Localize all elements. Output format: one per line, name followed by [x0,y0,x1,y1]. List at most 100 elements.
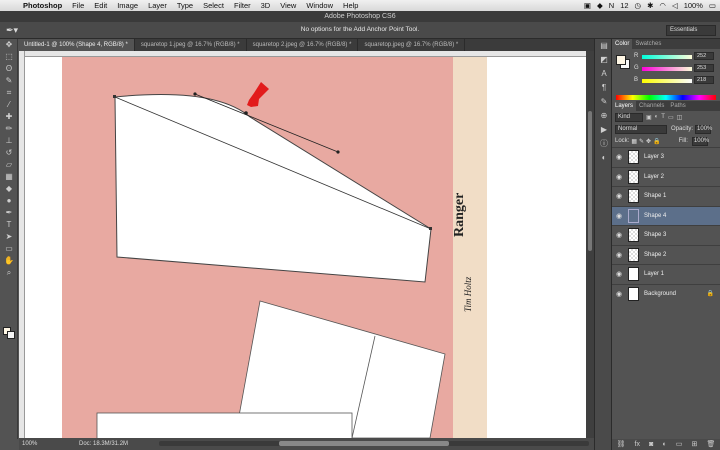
color-ramp[interactable] [616,95,716,100]
kind-filter-select[interactable]: Kind [615,112,643,122]
visibility-eye-icon[interactable]: ◉ [612,173,626,181]
document-canvas[interactable]: Ranger Tim Holtz [25,57,586,438]
menu-select[interactable]: Select [198,1,229,10]
layer-row-shape-2[interactable]: ◉ Shape 2 [612,244,720,265]
anchor-point-corner-right[interactable] [429,227,432,230]
menu-view[interactable]: View [275,1,301,10]
slider-g[interactable]: G 253 [634,64,718,73]
vertical-scrollbar[interactable] [586,51,594,438]
doc-size[interactable]: Doc: 18.3M/31.2M [79,441,128,447]
filter-adjust-icon[interactable]: ◐ [655,114,659,120]
eraser-tool-icon[interactable]: ▱ [0,159,18,171]
blur-tool-icon[interactable]: ◆ [0,183,18,195]
shape-tool-icon[interactable]: ▭ [0,243,18,255]
adjustment-layer-icon[interactable]: ◐ [662,439,666,450]
menu-help[interactable]: Help [338,1,363,10]
slider-b-value[interactable]: 218 [694,76,714,84]
visibility-eye-icon[interactable]: ◉ [612,270,626,278]
lasso-tool-icon[interactable]: ʘ [0,63,18,75]
menu-window[interactable]: Window [301,1,338,10]
layer-row-layer-2[interactable]: ◉ Layer 2 [612,166,720,187]
add-mask-icon[interactable]: ◙ [649,439,653,450]
character-panel-icon[interactable]: A [595,67,613,81]
bluetooth-icon[interactable]: ✱ [647,1,653,10]
tab-channels[interactable]: Channels [636,101,667,111]
pen-tool-icon-2[interactable]: ✒ [0,207,18,219]
visibility-eye-icon[interactable]: ◉ [612,231,626,239]
visibility-eye-icon[interactable]: ◉ [612,192,626,200]
visibility-eye-icon[interactable]: ◉ [612,153,626,161]
direction-handle-left[interactable] [193,92,197,96]
move-tool-icon[interactable]: ✥ [0,39,18,51]
filter-pixel-icon[interactable]: ▣ [646,114,652,121]
color-fg-swatch[interactable] [616,55,626,65]
menu-filter[interactable]: Filter [229,1,256,10]
fill-field[interactable]: 100% [691,136,709,146]
tab-squaretop[interactable]: squaretop.jpeg @ 16.7% (RGB/8) * [358,39,466,51]
hand-tool-icon[interactable]: ✋ [0,255,18,267]
sound-icon[interactable]: ◁ [672,1,678,10]
visibility-eye-icon[interactable]: ◉ [612,290,626,298]
link-layers-icon[interactable]: ⛓ [617,439,626,450]
zoom-tool-icon[interactable]: ⌕ [0,267,18,279]
adjustments-panel-icon[interactable]: ◐ [595,151,613,165]
type-tool-icon[interactable]: T [0,219,18,231]
lock-all-icon[interactable]: 🔒 [653,138,660,145]
filter-type-icon[interactable]: T [661,114,665,120]
crop-tool-icon[interactable]: ⌗ [0,87,18,99]
anchor-point[interactable] [244,111,248,115]
history-panel-icon[interactable]: ▤ [595,39,613,53]
slider-r-value[interactable]: 252 [694,52,714,60]
lock-paint-icon[interactable]: ✎ [639,138,644,145]
healing-brush-tool-icon[interactable]: ✚ [0,111,18,123]
slider-r-track[interactable] [642,55,692,59]
menu-image[interactable]: Image [112,1,143,10]
slider-g-track[interactable] [642,67,692,71]
gradient-tool-icon[interactable]: ▦ [0,171,18,183]
menu-type[interactable]: Type [172,1,198,10]
blend-mode-select[interactable]: Normal [615,124,667,134]
lock-position-icon[interactable]: ✥ [646,138,651,145]
shape-lower-2[interactable] [96,412,353,438]
menu-layer[interactable]: Layer [143,1,172,10]
tab-layers[interactable]: Layers [612,101,637,111]
dropbox-icon[interactable]: ◆ [597,1,603,10]
opacity-field[interactable]: 100% [695,124,712,134]
paragraph-panel-icon[interactable]: ¶ [595,81,613,95]
quick-select-tool-icon[interactable]: ✎ [0,75,18,87]
tab-swatches[interactable]: Swatches [632,39,664,49]
eyedropper-tool-icon[interactable]: ⁄ [0,99,18,111]
layer-row-layer-3[interactable]: ◉ Layer 3 [612,147,720,167]
horizontal-scroll-thumb[interactable] [279,441,449,446]
visibility-eye-icon[interactable]: ◉ [612,251,626,259]
wifi-icon[interactable]: ◠ [659,1,666,10]
vertical-scroll-thumb[interactable] [588,111,592,251]
workspace-select[interactable]: Essentials [666,25,716,36]
battery-icon[interactable]: ▭ [709,1,716,10]
filter-smart-icon[interactable]: ◫ [677,114,683,121]
layer-row-shape-3[interactable]: ◉ Shape 3 [612,225,720,245]
menu-3d[interactable]: 3D [256,1,276,10]
lock-pixels-icon[interactable]: ▦ [631,138,637,145]
zoom-level[interactable]: 100% [19,441,49,447]
menu-file[interactable]: File [67,1,89,10]
slider-b-track[interactable] [642,79,692,83]
clock-icon[interactable]: ◷ [635,1,642,10]
brush-panel-icon[interactable]: ✎ [595,95,613,109]
slider-g-value[interactable]: 253 [694,64,714,72]
visibility-eye-icon[interactable]: ◉ [612,212,626,220]
slider-b[interactable]: B 218 [634,76,718,85]
dodge-tool-icon[interactable]: ● [0,195,18,207]
notification-icon[interactable]: N [609,1,614,10]
new-layer-icon[interactable]: ⊞ [692,439,698,450]
layer-row-shape-4[interactable]: ◉ Shape 4 [612,205,720,225]
path-select-tool-icon[interactable]: ➤ [0,231,18,243]
tab-squaretop-1[interactable]: squaretop 1.jpeg @ 16.7% (RGB/8) * [135,39,247,51]
anchor-point-corner[interactable] [113,95,116,98]
tab-squaretop-2[interactable]: squaretop 2.jpeg @ 16.7% (RGB/8) * [247,39,359,51]
tab-paths[interactable]: Paths [667,101,688,111]
fx-icon[interactable]: fx [635,439,640,450]
marquee-tool-icon[interactable]: ⬚ [0,51,18,63]
actions-panel-icon[interactable]: ▶ [595,123,613,137]
horizontal-scrollbar[interactable] [159,441,589,446]
